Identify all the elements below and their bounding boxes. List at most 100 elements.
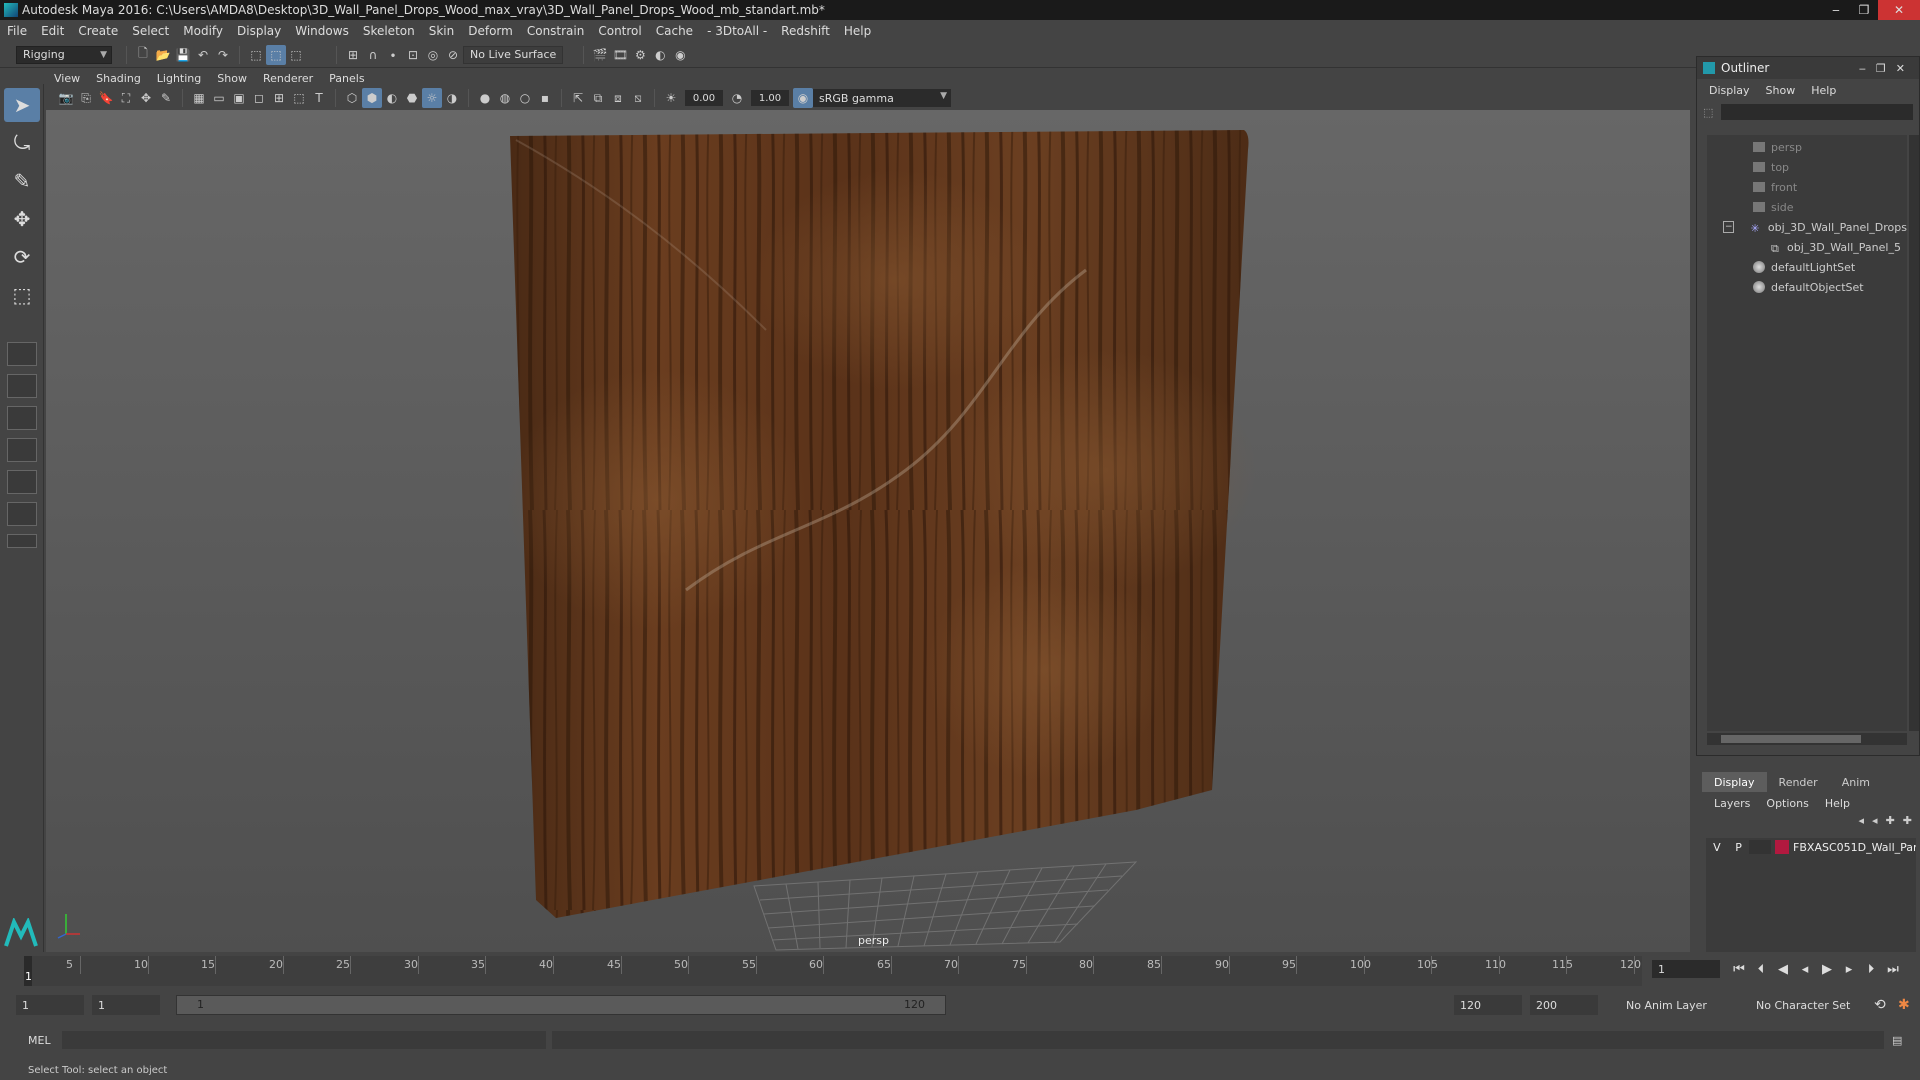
undo-icon[interactable]: ↶ xyxy=(193,45,213,65)
go-to-start-icon[interactable]: ⏮ xyxy=(1728,962,1750,977)
outliner-item-persp[interactable]: persp xyxy=(1707,137,1907,157)
viewport-menu-renderer[interactable]: Renderer xyxy=(255,72,321,85)
smooth-shade-icon[interactable]: ⬢ xyxy=(362,88,382,108)
gamma-icon[interactable]: ◔ xyxy=(727,88,747,108)
save-scene-icon[interactable]: 💾 xyxy=(173,45,193,65)
use-all-lights-icon[interactable]: ☼ xyxy=(422,88,442,108)
safe-title-icon[interactable]: T xyxy=(309,88,329,108)
move-layer-down-icon[interactable]: ◂ xyxy=(1872,814,1878,834)
character-set-dropdown[interactable]: No Character Set xyxy=(1750,995,1868,1015)
camera-attributes-icon[interactable]: ⎘ xyxy=(76,88,96,108)
command-input[interactable] xyxy=(62,1031,546,1049)
wireframe-icon[interactable]: ⬡ xyxy=(342,88,362,108)
menu-skin[interactable]: Skin xyxy=(422,24,462,38)
outliner-tree[interactable]: persp top front side − ✳ obj_3D_Wall_Pan… xyxy=(1707,135,1907,731)
wireframe-on-shaded-icon[interactable]: ◐ xyxy=(382,88,402,108)
outliner-horizontal-scrollbar[interactable] xyxy=(1707,733,1907,745)
paint-select-tool-icon[interactable]: ✎ xyxy=(4,164,40,198)
scale-tool-icon[interactable]: ⬚ xyxy=(4,278,40,312)
select-object-icon[interactable]: ⬚ xyxy=(266,44,286,65)
camera-select-icon[interactable]: 📷 xyxy=(56,88,76,108)
tab-display[interactable]: Display xyxy=(1702,772,1767,792)
make-live-icon[interactable]: ⊘ xyxy=(443,45,463,65)
xray-active-components-icon[interactable]: ⧅ xyxy=(628,88,648,108)
outliner-item-default-object-set[interactable]: defaultObjectSet xyxy=(1707,277,1907,297)
anti-aliasing-icon[interactable]: ○ xyxy=(515,88,535,108)
depth-of-field-icon[interactable]: ▪ xyxy=(535,88,555,108)
outliner-menu-display[interactable]: Display xyxy=(1701,84,1758,97)
menu-skeleton[interactable]: Skeleton xyxy=(356,24,422,38)
new-scene-icon[interactable]: 🗋 xyxy=(133,45,153,65)
close-icon[interactable]: ✕ xyxy=(1878,0,1920,20)
outliner-item-default-light-set[interactable]: defaultLightSet xyxy=(1707,257,1907,277)
menu-redshift[interactable]: Redshift xyxy=(774,24,837,38)
exposure-field[interactable]: 0.00 xyxy=(685,90,723,106)
single-perspective-layout-icon[interactable] xyxy=(7,342,37,366)
play-backwards-icon[interactable]: ◂ xyxy=(1794,962,1816,977)
viewport-menu-show[interactable]: Show xyxy=(209,72,255,85)
layer-menu-help[interactable]: Help xyxy=(1817,797,1858,810)
step-forward-key-icon[interactable]: ⏵ xyxy=(1860,962,1882,977)
isolate-select-icon[interactable]: ⇱ xyxy=(568,88,588,108)
2d-pan-zoom-icon[interactable]: ✥ xyxy=(136,88,156,108)
hypershade-icon[interactable]: ◐ xyxy=(650,45,670,65)
view-transform-dropdown[interactable]: sRGB gamma ▼ xyxy=(813,89,951,107)
redo-icon[interactable]: ↷ xyxy=(213,45,233,65)
outliner-window-controls[interactable]: ‒❐✕ xyxy=(1859,62,1915,75)
menu-modify[interactable]: Modify xyxy=(176,24,230,38)
playback-start-field[interactable]: 1 xyxy=(92,995,160,1015)
xray-icon[interactable]: ⧉ xyxy=(588,88,608,108)
menu-display[interactable]: Display xyxy=(230,24,288,38)
gate-mask-icon[interactable]: ◻ xyxy=(249,88,269,108)
render-view-icon[interactable]: ◉ xyxy=(670,45,690,65)
step-forward-frame-icon[interactable]: ▸ xyxy=(1838,962,1860,977)
menu-create[interactable]: Create xyxy=(71,24,125,38)
open-scene-icon[interactable]: 📂 xyxy=(153,45,173,65)
bookmark-icon[interactable]: 🔖 xyxy=(96,88,116,108)
menu-help[interactable]: Help xyxy=(837,24,878,38)
image-plane-icon[interactable]: ⛶ xyxy=(116,88,136,108)
render-current-frame-icon[interactable]: 🎬 xyxy=(590,45,610,65)
scene-start-field[interactable]: 1 xyxy=(16,995,84,1015)
grease-pencil-icon[interactable]: ✎ xyxy=(156,88,176,108)
select-component-icon[interactable]: ⬚ xyxy=(286,45,306,65)
layer-row[interactable]: V P FBXASC051D_Wall_Par xyxy=(1706,838,1916,856)
perspective-viewport[interactable]: persp xyxy=(46,110,1690,952)
menu-constrain[interactable]: Constrain xyxy=(520,24,592,38)
persp-outliner-layout-icon[interactable] xyxy=(7,406,37,430)
outliner-search-input[interactable] xyxy=(1721,104,1913,120)
script-language-label[interactable]: MEL xyxy=(0,1034,60,1047)
snap-grid-icon[interactable]: ⊞ xyxy=(343,45,363,65)
ambient-occlusion-icon[interactable]: ● xyxy=(475,88,495,108)
motion-blur-icon[interactable]: ◍ xyxy=(495,88,515,108)
auto-key-icon[interactable]: ⟲ xyxy=(1874,997,1886,1013)
menu-file[interactable]: File xyxy=(0,24,34,38)
persp-hypershade-layout-icon[interactable] xyxy=(7,470,37,494)
menu-edit[interactable]: Edit xyxy=(34,24,71,38)
live-surface-field[interactable]: No Live Surface xyxy=(463,45,564,64)
snap-point-icon[interactable]: ∙ xyxy=(383,45,403,65)
playback-end-field[interactable]: 120 xyxy=(1454,995,1522,1015)
layout-collapse-icon[interactable] xyxy=(7,534,37,548)
filter-icon[interactable]: ⬚ xyxy=(1703,106,1713,119)
outliner-menu-show[interactable]: Show xyxy=(1758,84,1804,97)
snap-curve-icon[interactable]: ∩ xyxy=(363,45,383,65)
maximize-icon[interactable]: ❐ xyxy=(1850,0,1878,20)
select-hierarchy-icon[interactable]: ⬚ xyxy=(246,45,266,65)
outliner-item-top[interactable]: top xyxy=(1707,157,1907,177)
new-layer-selected-icon[interactable]: ✚ xyxy=(1903,814,1912,834)
rotate-tool-icon[interactable]: ⟳ xyxy=(4,240,40,274)
menu-deform[interactable]: Deform xyxy=(461,24,520,38)
anim-layer-dropdown[interactable]: No Anim Layer xyxy=(1620,995,1744,1015)
step-back-key-icon[interactable]: ⏴ xyxy=(1750,962,1772,977)
safe-action-icon[interactable]: ⬚ xyxy=(289,88,309,108)
outliner-item-front[interactable]: front xyxy=(1707,177,1907,197)
layer-visibility-toggle[interactable]: V xyxy=(1706,841,1728,854)
menu-select[interactable]: Select xyxy=(125,24,176,38)
minimize-icon[interactable]: ‒ xyxy=(1822,0,1850,20)
playback-range-slider[interactable]: 1 120 xyxy=(176,995,946,1015)
go-to-end-icon[interactable]: ⏭ xyxy=(1882,962,1904,977)
exposure-icon[interactable]: ☀ xyxy=(661,88,681,108)
four-view-layout-icon[interactable] xyxy=(7,374,37,398)
persp-uv-layout-icon[interactable] xyxy=(7,502,37,526)
